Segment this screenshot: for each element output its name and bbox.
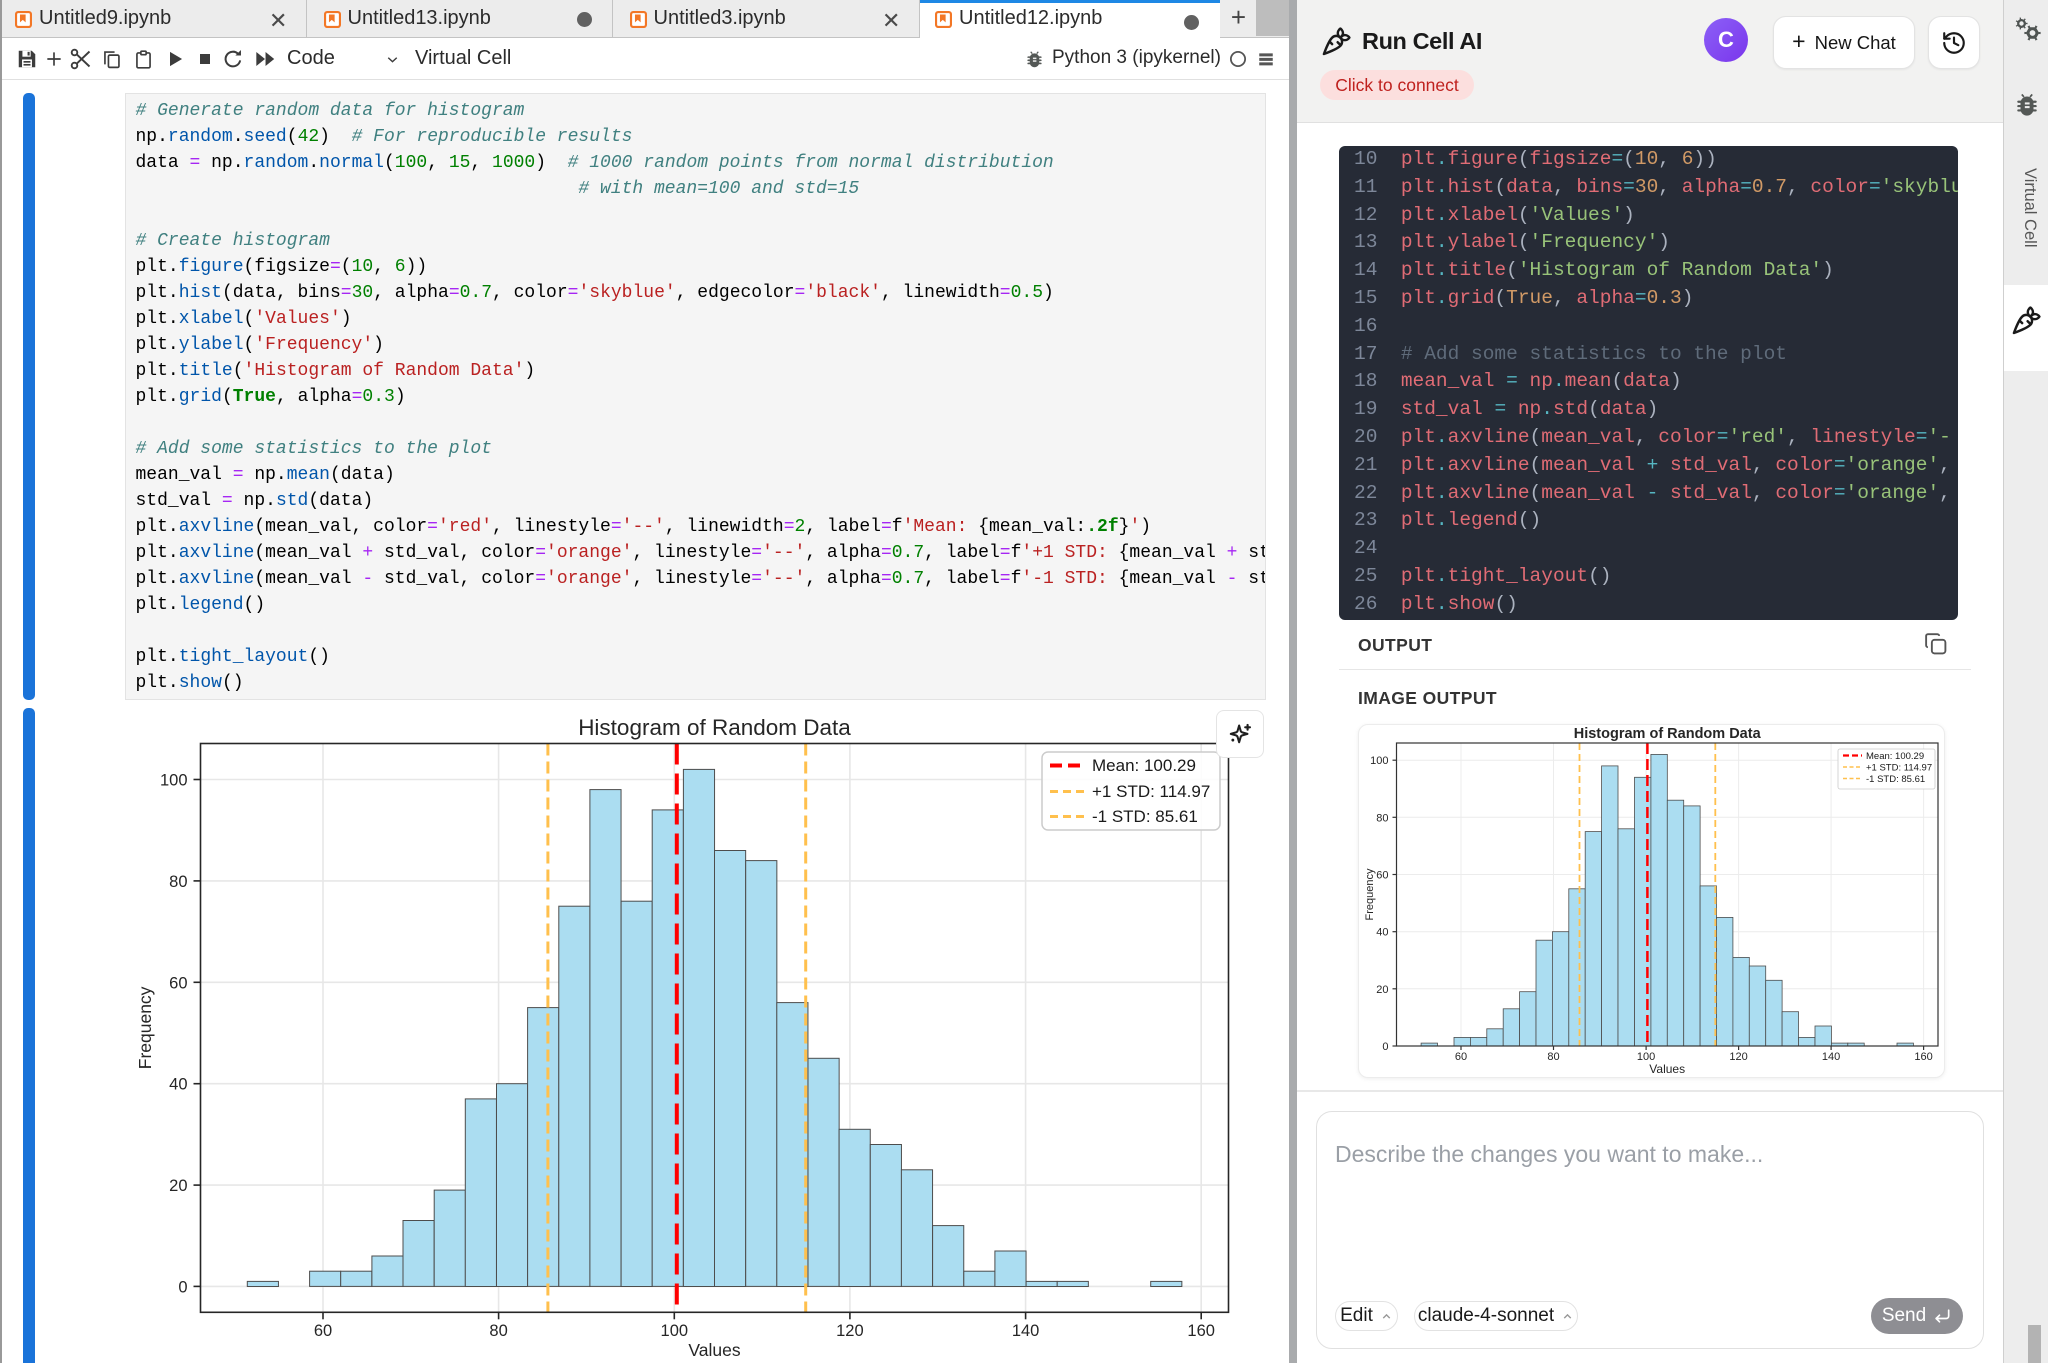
svg-text:20: 20	[169, 1177, 187, 1195]
svg-text:+1 STD: 114.97: +1 STD: 114.97	[1866, 763, 1932, 774]
svg-text:Frequency: Frequency	[135, 986, 155, 1069]
svg-text:60: 60	[169, 974, 187, 992]
svg-text:160: 160	[1914, 1051, 1932, 1063]
svg-text:0: 0	[178, 1278, 187, 1296]
svg-text:40: 40	[1376, 927, 1388, 939]
svg-text:140: 140	[1822, 1051, 1840, 1063]
svg-text:Mean: 100.29: Mean: 100.29	[1092, 756, 1196, 775]
svg-text:Histogram of Random Data: Histogram of Random Data	[1574, 726, 1762, 742]
svg-text:80: 80	[169, 873, 187, 891]
svg-text:80: 80	[1376, 812, 1388, 824]
svg-text:Values: Values	[1649, 1062, 1685, 1076]
svg-text:100: 100	[160, 772, 188, 790]
svg-text:80: 80	[489, 1322, 507, 1340]
svg-text:20: 20	[1376, 984, 1388, 996]
svg-text:0: 0	[1382, 1041, 1388, 1053]
svg-text:100: 100	[661, 1322, 689, 1340]
svg-text:Frequency: Frequency	[1364, 868, 1376, 920]
svg-text:60: 60	[1376, 870, 1388, 882]
svg-text:+1 STD: 114.97: +1 STD: 114.97	[1092, 782, 1210, 801]
svg-text:100: 100	[1370, 755, 1388, 767]
svg-text:60: 60	[314, 1322, 332, 1340]
svg-text:80: 80	[1547, 1051, 1559, 1063]
svg-text:60: 60	[1455, 1051, 1467, 1063]
svg-text:140: 140	[1012, 1322, 1040, 1340]
svg-text:160: 160	[1187, 1322, 1215, 1340]
svg-text:Values: Values	[688, 1340, 740, 1360]
svg-text:-1 STD: 85.61: -1 STD: 85.61	[1866, 774, 1925, 785]
svg-text:Histogram of Random Data: Histogram of Random Data	[578, 715, 851, 740]
svg-text:Mean: 100.29: Mean: 100.29	[1866, 751, 1924, 762]
svg-text:120: 120	[836, 1322, 864, 1340]
svg-text:40: 40	[169, 1076, 187, 1094]
svg-text:-1 STD: 85.61: -1 STD: 85.61	[1092, 807, 1198, 826]
svg-text:120: 120	[1729, 1051, 1747, 1063]
